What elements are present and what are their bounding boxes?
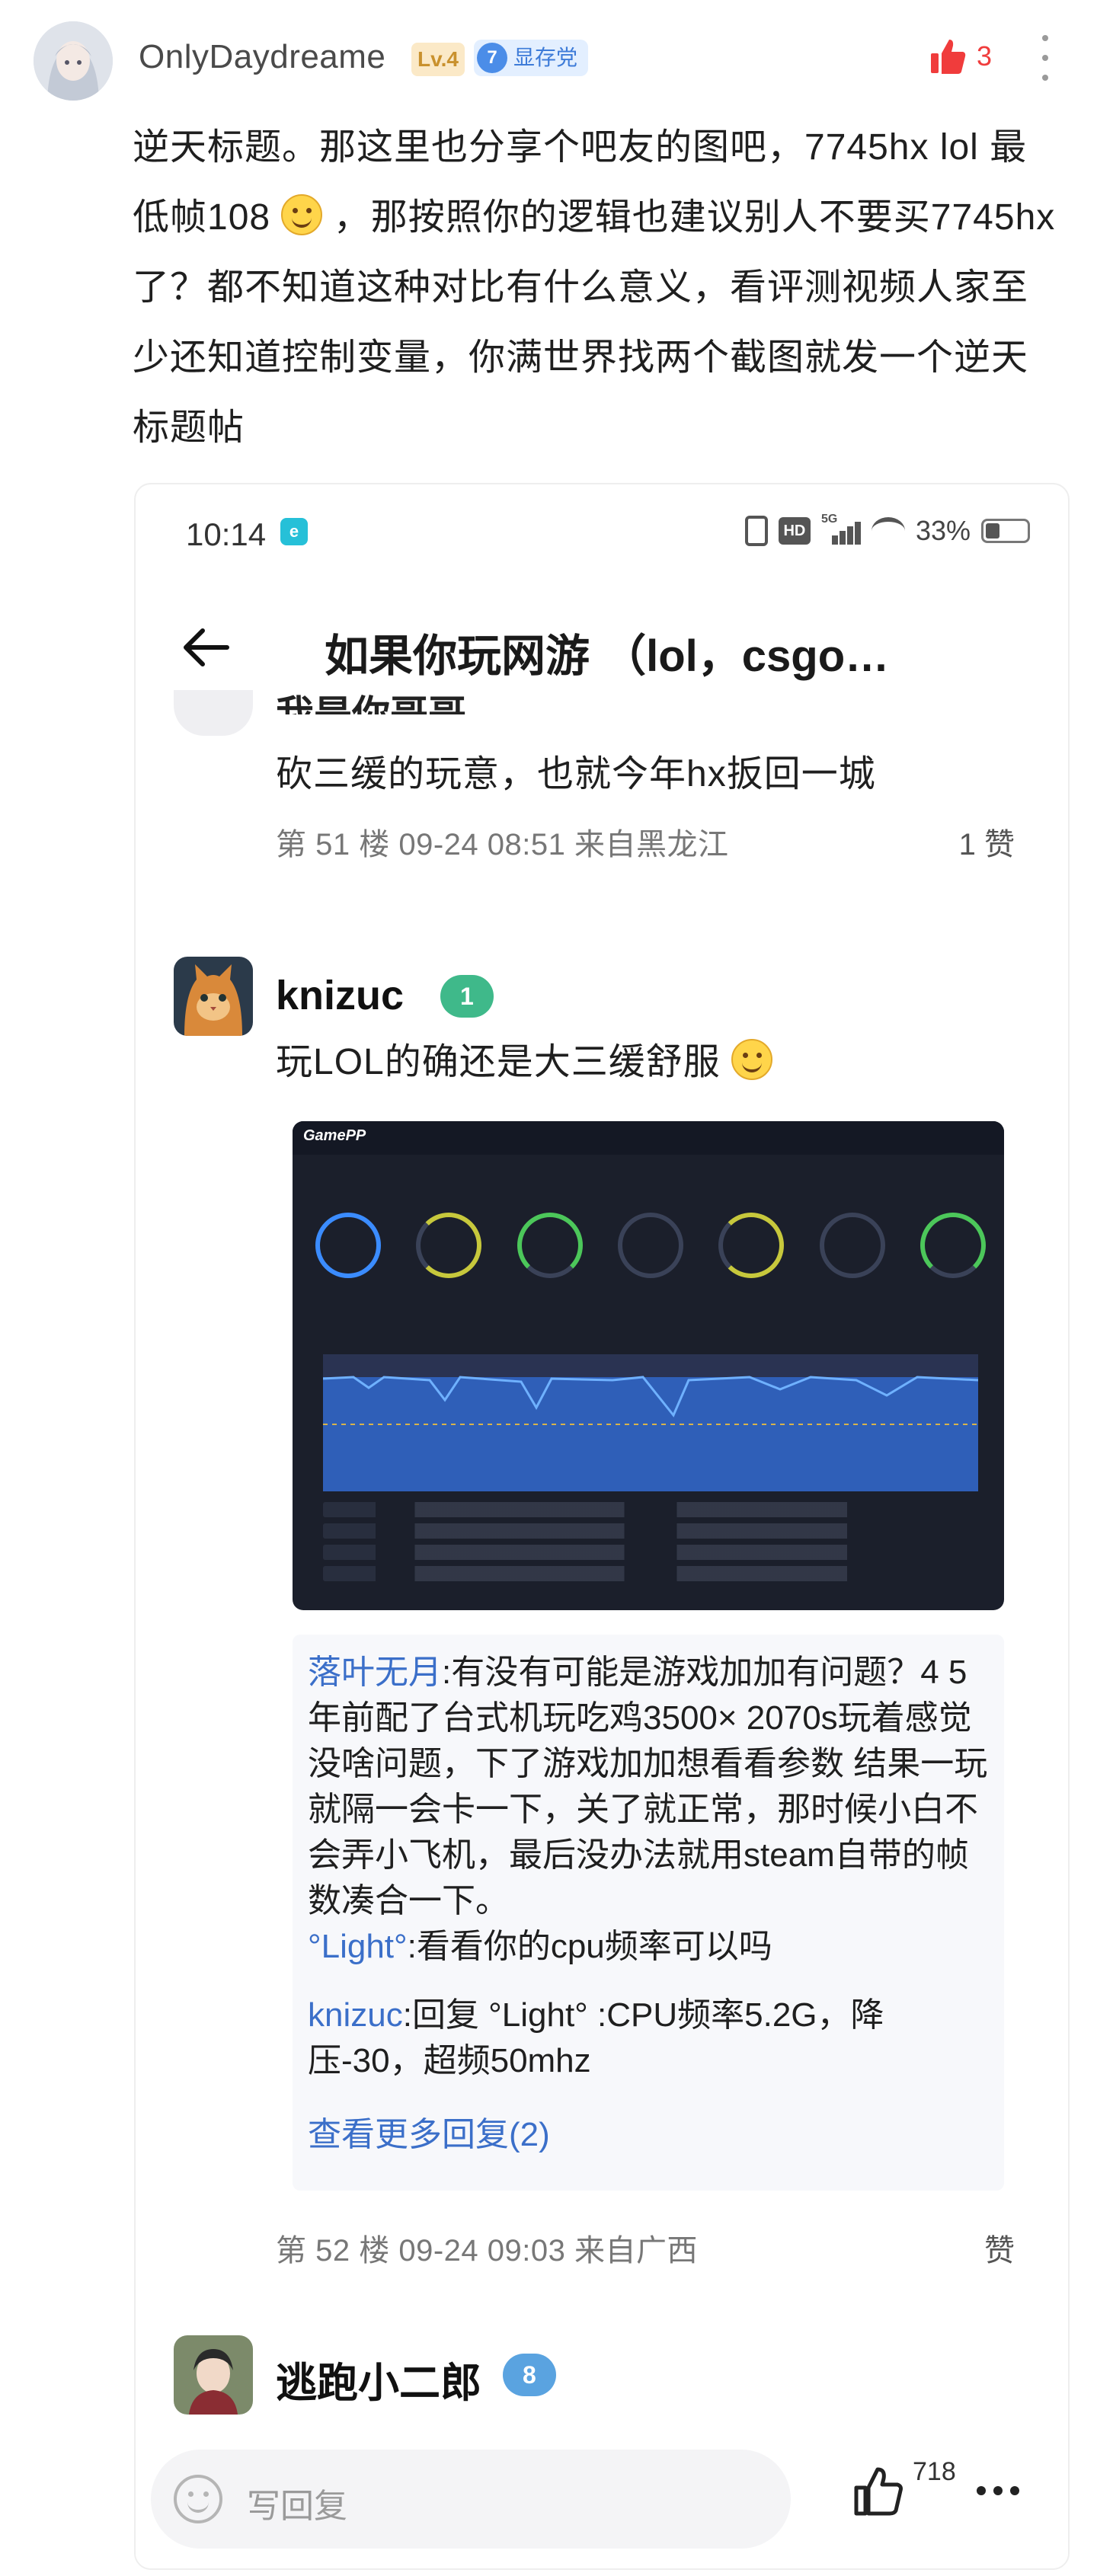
sub-reply-user[interactable]: 落叶无月 — [308, 1654, 442, 1691]
post-header: OnlyDaydreame Lv.4 7 显存党 3 — [0, 0, 1097, 114]
level-badge: Lv.4 — [411, 43, 465, 76]
sub-reply[interactable]: 落叶无月:有没有可能是游戏加加有问题？4 5年前配了台式机玩吃鸡3500× 20… — [308, 1650, 993, 1924]
app-notification-icon: e — [280, 518, 308, 545]
smile-emoji-icon — [731, 1039, 773, 1080]
signal-icon: 5G — [821, 513, 861, 545]
sub-reply[interactable]: knizuc:回复 °Light° :CPU频率5.2G，降压-30，超频50m… — [308, 1993, 993, 2084]
battery-icon — [981, 519, 1030, 543]
thread-like-count: 718 — [913, 2457, 956, 2486]
post-text-part2: ，那按照你的逻辑也建议别人不要买7745hx了？都不知道这种对比有什么意义，看评… — [133, 197, 1056, 448]
sub-reply[interactable]: °Light°:看看你的cpu频率可以吗 — [308, 1924, 993, 1970]
thread-title: 如果你玩网游 （lol，csgo… — [325, 631, 890, 681]
gamepp-screenshot-image[interactable]: GamePP — [293, 1121, 1004, 1610]
gpu-temp-gauge — [718, 1213, 785, 1278]
bottom-reply-bar: 写回复 718 — [136, 2434, 1068, 2568]
post-like-count: 3 — [977, 40, 993, 72]
status-time: 10:14 — [186, 516, 267, 552]
author-name[interactable]: OnlyDaydreame — [139, 38, 385, 76]
reply-placeholder: 写回复 — [247, 2488, 347, 2525]
wifi-icon — [871, 517, 905, 545]
network-label: 5G — [820, 513, 838, 526]
floor51-meta: 第 51 楼 09-24 08:51 来自黑龙江 — [276, 828, 729, 861]
gamepp-logo: GamePP — [303, 1127, 366, 1144]
knizuc-username[interactable]: knizuc — [276, 972, 404, 1019]
embedded-screenshot: 10:14 e HD 5G 33% 如果你玩网游 （lol，csgo… 我是你哥… — [134, 483, 1070, 2570]
sub-replies: 落叶无月:有没有可能是游戏加加有问题？4 5年前配了台式机玩吃鸡3500× 20… — [293, 1635, 1004, 2191]
gamepp-gauges — [315, 1213, 986, 1312]
floor52-reply: 玩LOL的确还是大三缓舒服 — [276, 1031, 773, 1085]
battery-percent: 33% — [915, 515, 971, 546]
cpu-temp-gauge — [517, 1213, 583, 1278]
gpu-load-gauge — [617, 1213, 683, 1278]
author-avatar[interactable] — [34, 21, 113, 101]
sub-reply-text: :有没有可能是游戏加加有问题？4 5年前配了台式机玩吃鸡3500× 2070s玩… — [308, 1654, 988, 1919]
more-actions-icon[interactable] — [977, 2486, 1019, 2495]
back-arrow-icon[interactable] — [181, 626, 230, 669]
status-bar: 10:14 e HD 5G 33% — [136, 484, 1068, 583]
floor51-avatar[interactable] — [174, 690, 253, 736]
thumb-up-icon — [931, 40, 966, 74]
post-like-button[interactable]: 3 — [928, 37, 992, 76]
view-more-replies-link[interactable]: 查看更多回复(2) — [308, 2107, 550, 2156]
member-badge-num: 7 — [477, 43, 507, 73]
thumb-up-icon[interactable] — [852, 2465, 905, 2518]
fps-graph — [323, 1354, 978, 1491]
sub-reply-text: :看看你的cpu频率可以吗 — [407, 1928, 772, 1965]
floor52-like-button[interactable]: 赞 — [984, 2226, 1015, 2270]
floor52-reply-text: 玩LOL的确还是大三缓舒服 — [276, 1042, 721, 1082]
floor51-like-button[interactable]: 1 赞 — [959, 820, 1015, 864]
knizuc-avatar[interactable] — [174, 957, 253, 1036]
memory-gauge — [919, 1213, 986, 1278]
more-options-icon[interactable] — [1041, 35, 1050, 81]
status-icons: HD 5G 33% — [744, 513, 1030, 547]
gpu-usage-gauge — [819, 1213, 885, 1278]
post-body: 逆天标题。那这里也分享个吧友的图吧，7745hx lol 最低帧108 ，那按照… — [133, 113, 1062, 463]
hd-icon: HD — [778, 517, 811, 545]
cpu-gauge — [416, 1213, 482, 1278]
sub-reply-user[interactable]: knizuc — [308, 1996, 403, 2034]
reply-input[interactable]: 写回复 — [151, 2450, 791, 2549]
member-badge-label: 显存党 — [513, 46, 578, 69]
floor51-reply: 砍三缓的玩意，也就今年hx扳回一城 — [276, 754, 876, 794]
emoji-icon[interactable] — [174, 2475, 222, 2523]
next-level-badge: 8 — [503, 2354, 556, 2396]
member-badge: 7 显存党 — [474, 40, 589, 76]
floor51-username[interactable]: 我是你哥哥 — [276, 684, 466, 714]
gamepp-titlebar: GamePP — [293, 1121, 1004, 1155]
sub-reply-user[interactable]: °Light° — [308, 1928, 408, 1965]
next-username[interactable]: 逃跑小二郎 — [276, 2349, 481, 2409]
smile-emoji-icon — [281, 194, 323, 235]
knizuc-level-badge: 1 — [440, 975, 494, 1018]
next-user-avatar[interactable] — [174, 2335, 253, 2415]
vibrate-icon — [744, 516, 768, 546]
floor52-meta: 第 52 楼 09-24 09:03 来自广西 — [276, 2234, 698, 2268]
fps-gauge — [315, 1213, 381, 1278]
system-info-panel — [323, 1502, 978, 1593]
